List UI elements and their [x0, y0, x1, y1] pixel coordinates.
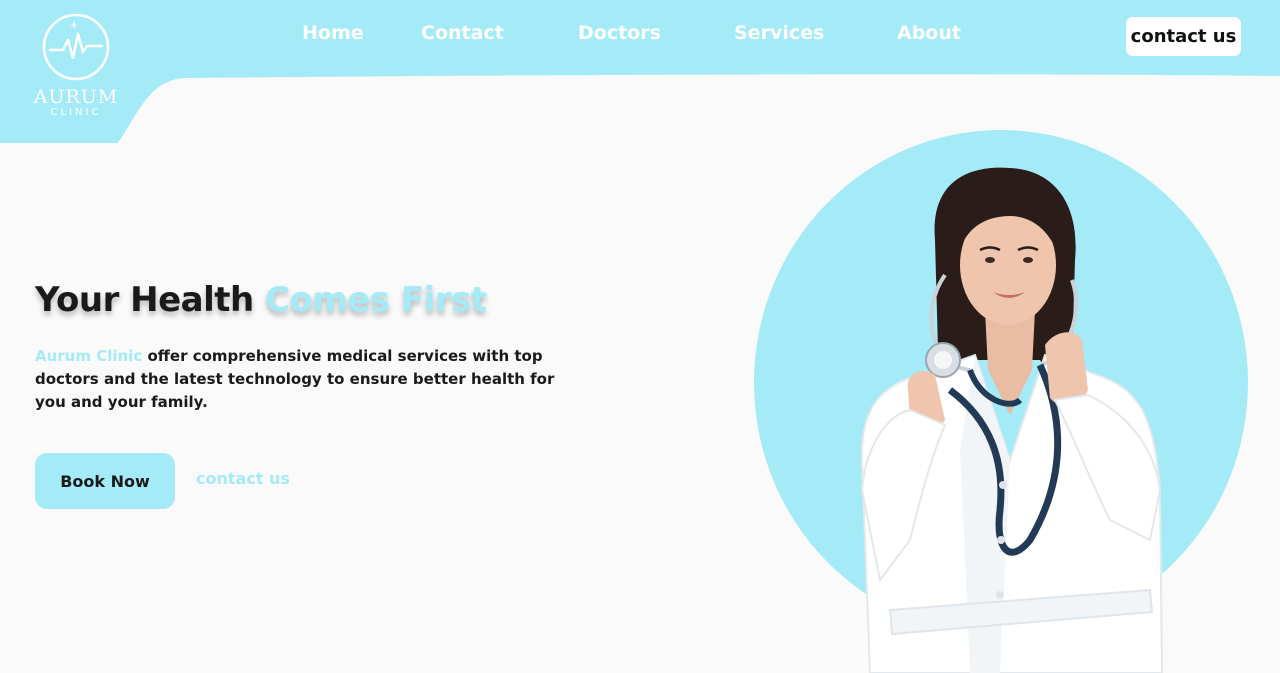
header-contact-button[interactable]: contact us: [1126, 17, 1241, 56]
hero-title-accent: Comes First: [265, 280, 487, 320]
nav-home[interactable]: Home: [302, 22, 364, 44]
heartbeat-logo-icon: [42, 13, 110, 81]
nav-services[interactable]: Services: [734, 22, 824, 44]
hero-title-main: Your Health: [35, 280, 266, 320]
brand-name: AURUM: [33, 86, 119, 108]
nav-doctors[interactable]: Doctors: [578, 22, 661, 44]
hero-description: Aurum Clinic offer comprehensive medical…: [35, 345, 575, 414]
book-now-button[interactable]: Book Now: [35, 453, 175, 509]
nav-contact[interactable]: Contact: [421, 22, 504, 44]
nav-about[interactable]: About: [897, 22, 961, 44]
hero-contact-link[interactable]: contact us: [196, 469, 290, 488]
brand-subtitle: CLINIC: [50, 107, 102, 118]
hero-title: Your Health Comes First: [35, 280, 487, 320]
brand-logo[interactable]: AURUM CLINIC: [30, 12, 122, 122]
doctor-illustration: [860, 167, 1164, 673]
hero-description-brand: Aurum Clinic: [35, 347, 143, 365]
